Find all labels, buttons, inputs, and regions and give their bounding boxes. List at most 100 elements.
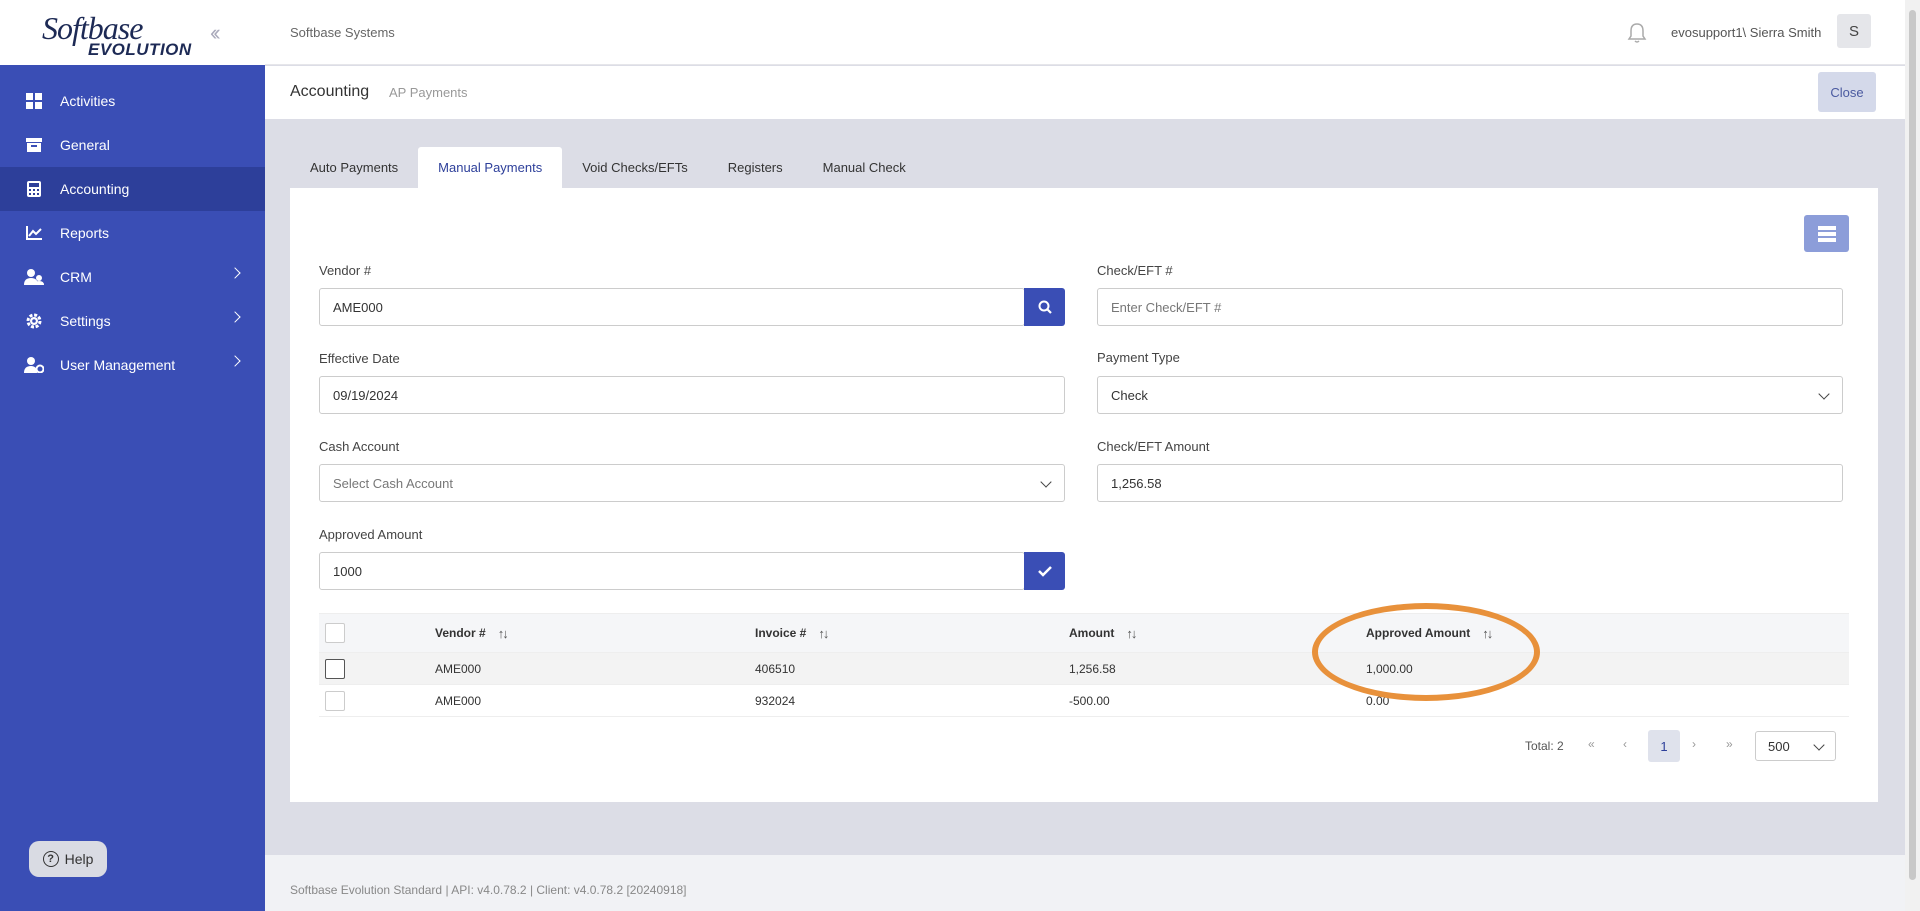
question-icon: ? [42,851,59,867]
page-number[interactable]: 1 [1648,730,1680,762]
user-name[interactable]: evosupport1\ Sierra Smith [1671,25,1821,40]
sidebar-item-label: Settings [60,313,111,329]
vendor-value: AME000 [333,299,383,315]
column-label: Invoice # [755,626,807,640]
sidebar-item-label: Accounting [60,181,130,197]
table-row[interactable]: AME000 932024 -500.00 0.00 [319,685,1849,717]
page-size-value: 500 [1768,738,1790,754]
cash-account-label: Cash Account [319,439,400,454]
cell-vendor: AME000 [435,693,482,708]
table-row[interactable]: AME000 406510 1,256.58 1,000.00 [319,653,1849,685]
chevron-right-icon [229,311,241,323]
payment-type-value: Check [1111,387,1148,403]
effective-date-input[interactable]: 09/19/2024 [319,376,1065,414]
sidebar-item-general[interactable]: General [0,123,265,167]
footer: Softbase Evolution Standard | API: v4.0.… [265,855,1905,911]
column-header-invoice[interactable]: Invoice # ↑↓ [755,614,829,652]
tab-auto-payments[interactable]: Auto Payments [290,147,418,188]
sort-icon[interactable]: ↑↓ [498,626,509,641]
total-count: Total: 2 [1525,739,1564,753]
archive-icon [24,135,44,155]
tab-registers[interactable]: Registers [708,147,803,188]
chevron-right-icon [229,355,241,367]
approved-amount-input[interactable]: 1000 [319,552,1025,590]
logo[interactable]: Softbase EVOLUTION ‹‹ [0,0,265,65]
check-eft-placeholder: Enter Check/EFT # [1111,299,1222,315]
column-label: Amount [1069,626,1115,640]
sidebar-item-label: Activities [60,93,116,109]
last-page-icon[interactable]: » [1726,737,1733,751]
row-checkbox[interactable] [325,659,345,679]
vendor-search-button[interactable] [1024,288,1065,326]
payment-type-label: Payment Type [1097,350,1180,365]
scroll-thumb[interactable] [1909,10,1916,880]
approved-amount-value: 1000 [333,563,362,579]
tab-void-checks[interactable]: Void Checks/EFTs [562,147,708,188]
sidebar-item-crm[interactable]: CRM [0,255,265,299]
avatar[interactable]: S [1837,14,1871,48]
tab-bar: Auto Payments Manual Payments Void Check… [290,147,926,188]
close-button[interactable]: Close [1818,72,1876,112]
cell-vendor: AME000 [435,661,482,676]
scrollbar[interactable] [1905,0,1920,911]
effective-date-value: 09/19/2024 [333,387,399,403]
help-label: Help [64,851,94,867]
top-bar: Softbase Systems evosupport1\ Sierra Smi… [265,0,1905,65]
sidebar-item-accounting[interactable]: Accounting [0,167,265,211]
sort-icon[interactable]: ↑↓ [818,626,829,641]
manual-payments-panel: Vendor # AME000 Effective Date 09/19/202… [290,188,1878,802]
sidebar-item-label: Reports [60,225,110,241]
page-subtitle: AP Payments [389,85,468,100]
cell-invoice: 406510 [755,661,796,676]
column-label: Vendor # [435,626,486,640]
prev-page-icon[interactable]: ‹ [1623,737,1627,751]
chevron-down-icon [1040,476,1052,488]
chart-line-icon [24,223,44,243]
grid-view-button[interactable] [1804,215,1849,252]
vendor-label: Vendor # [319,263,372,278]
tab-manual-payments[interactable]: Manual Payments [418,147,563,188]
column-header-vendor[interactable]: Vendor # ↑↓ [435,614,509,652]
invoice-table: Vendor # ↑↓ Invoice # ↑↓ Amount ↑↓ Approved… [319,613,1849,717]
bell-icon[interactable] [1627,22,1647,49]
logo-subtext: EVOLUTION [88,40,192,59]
sort-icon[interactable]: ↑↓ [1126,626,1137,641]
calculator-icon [24,179,44,199]
page-size-select[interactable]: 500 [1755,731,1836,761]
company-name: Softbase Systems [290,25,395,40]
select-all-checkbox[interactable] [325,623,345,643]
page-header: Accounting AP Payments Close [265,66,1905,119]
row-checkbox[interactable] [325,691,345,711]
check-eft-input[interactable]: Enter Check/EFT # [1097,288,1843,326]
grid-icon [24,91,44,111]
check-amount-value: 1,256.58 [1111,475,1162,491]
approve-button[interactable] [1024,552,1065,590]
check-amount-input[interactable]: 1,256.58 [1097,464,1843,502]
next-page-icon[interactable]: › [1692,737,1696,751]
sidebar-item-label: User Management [60,357,176,373]
sidebar-item-reports[interactable]: Reports [0,211,265,255]
sidebar-item-settings[interactable]: Settings [0,299,265,343]
check-amount-label: Check/EFT Amount [1097,439,1210,454]
sidebar-item-label: CRM [60,269,92,285]
cell-amount: -500.00 [1069,693,1110,708]
help-button[interactable]: ? Help [29,841,107,877]
tab-manual-check[interactable]: Manual Check [803,147,926,188]
cash-account-select[interactable]: Select Cash Account [319,464,1065,502]
chevron-down-icon [1818,388,1830,400]
vendor-input[interactable]: AME000 [319,288,1025,326]
sidebar-item-user-management[interactable]: User Management [0,343,265,387]
check-eft-label: Check/EFT # [1097,263,1173,278]
users-icon [24,267,44,287]
column-header-amount[interactable]: Amount ↑↓ [1069,614,1137,652]
sidebar-item-label: General [60,137,110,153]
first-page-icon[interactable]: « [1588,737,1595,751]
cash-account-placeholder: Select Cash Account [333,475,453,491]
user-gear-icon [24,355,44,375]
version-info: Softbase Evolution Standard | API: v4.0.… [290,883,687,897]
payment-type-select[interactable]: Check [1097,376,1843,414]
cell-invoice: 932024 [755,693,796,708]
sidebar-item-activities[interactable]: Activities [0,79,265,123]
collapse-sidebar-icon[interactable]: ‹‹ [210,20,220,46]
list-icon [1817,225,1836,242]
